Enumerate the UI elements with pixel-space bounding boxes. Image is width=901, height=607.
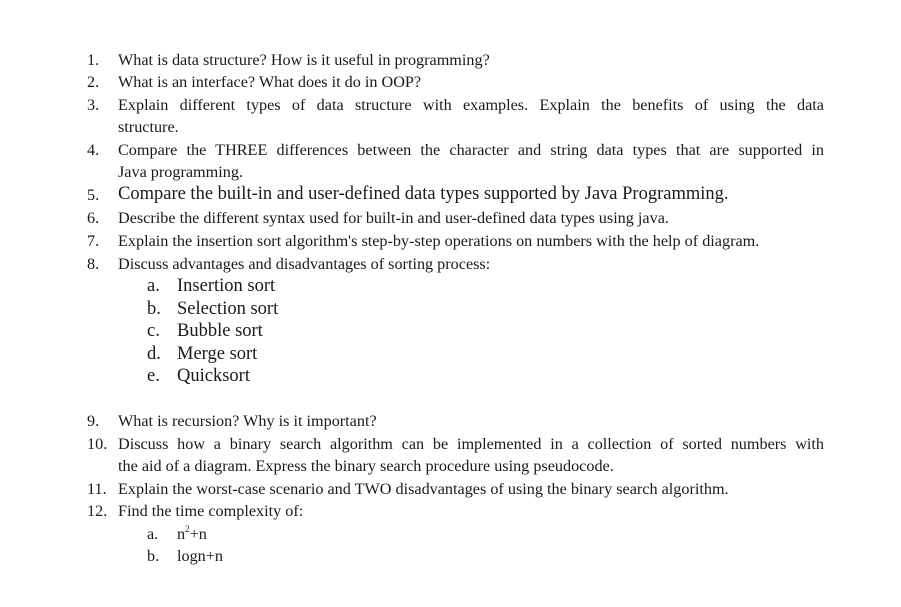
sub-item-text: logn+n bbox=[177, 547, 224, 565]
question-text: Explain the insertion sort algorithm's s… bbox=[118, 232, 760, 250]
question-document: 1. What is data structure? How is it use… bbox=[0, 0, 901, 607]
question-text: Explain different types of data structur… bbox=[118, 96, 824, 114]
question-text-continued: structure. bbox=[118, 118, 179, 136]
sub-item-text: Insertion sort bbox=[177, 276, 276, 296]
sub-item-text: Selection sort bbox=[177, 299, 279, 319]
question-text: Discuss how a binary search algorithm ca… bbox=[118, 435, 824, 453]
question-number: 3. bbox=[87, 96, 100, 114]
question-text: What is data structure? How is it useful… bbox=[118, 51, 490, 69]
sub-item-text: Bubble sort bbox=[177, 321, 263, 341]
question-number: 7. bbox=[87, 232, 100, 250]
expression-base: n bbox=[177, 525, 186, 543]
question-number: 8. bbox=[87, 255, 100, 273]
sub-item-letter: e. bbox=[147, 366, 160, 386]
question-text: What is an interface? What does it do in… bbox=[118, 73, 422, 91]
question-text: Describe the different syntax used for b… bbox=[118, 209, 669, 227]
sub-item-letter: a. bbox=[147, 276, 160, 296]
expression-rest: +n bbox=[189, 525, 207, 543]
question-number: 1. bbox=[87, 51, 100, 69]
question-text: Find the time complexity of: bbox=[118, 502, 304, 520]
question-number: 12. bbox=[87, 502, 108, 520]
sub-item-text: Merge sort bbox=[177, 344, 258, 364]
sub-item-letter: d. bbox=[147, 344, 161, 364]
question-text: Compare the built-in and user-defined da… bbox=[118, 184, 729, 204]
question-number: 6. bbox=[87, 209, 100, 227]
sub-item-letter: b. bbox=[147, 299, 161, 319]
sub-item-text: n2+n bbox=[177, 524, 207, 544]
question-text-continued: the aid of a diagram. Express the binary… bbox=[118, 457, 614, 475]
question-text: Explain the worst-case scenario and TWO … bbox=[118, 480, 729, 498]
question-number: 2. bbox=[87, 73, 100, 91]
sub-item-letter: c. bbox=[147, 321, 160, 341]
question-text: Compare the THREE differences between th… bbox=[118, 141, 824, 159]
question-number: 11. bbox=[87, 480, 107, 498]
question-text: Discuss advantages and disadvantages of … bbox=[118, 255, 491, 273]
question-number: 9. bbox=[87, 412, 100, 430]
sub-item-letter: a. bbox=[147, 525, 159, 543]
sub-item-letter: b. bbox=[147, 547, 160, 565]
question-number: 4. bbox=[87, 141, 100, 159]
question-number: 5. bbox=[87, 186, 100, 204]
sub-item-text: Quicksort bbox=[177, 366, 250, 386]
question-number: 10. bbox=[87, 435, 108, 453]
question-text-continued: Java programming. bbox=[118, 163, 243, 181]
question-text: What is recursion? Why is it important? bbox=[118, 412, 377, 430]
